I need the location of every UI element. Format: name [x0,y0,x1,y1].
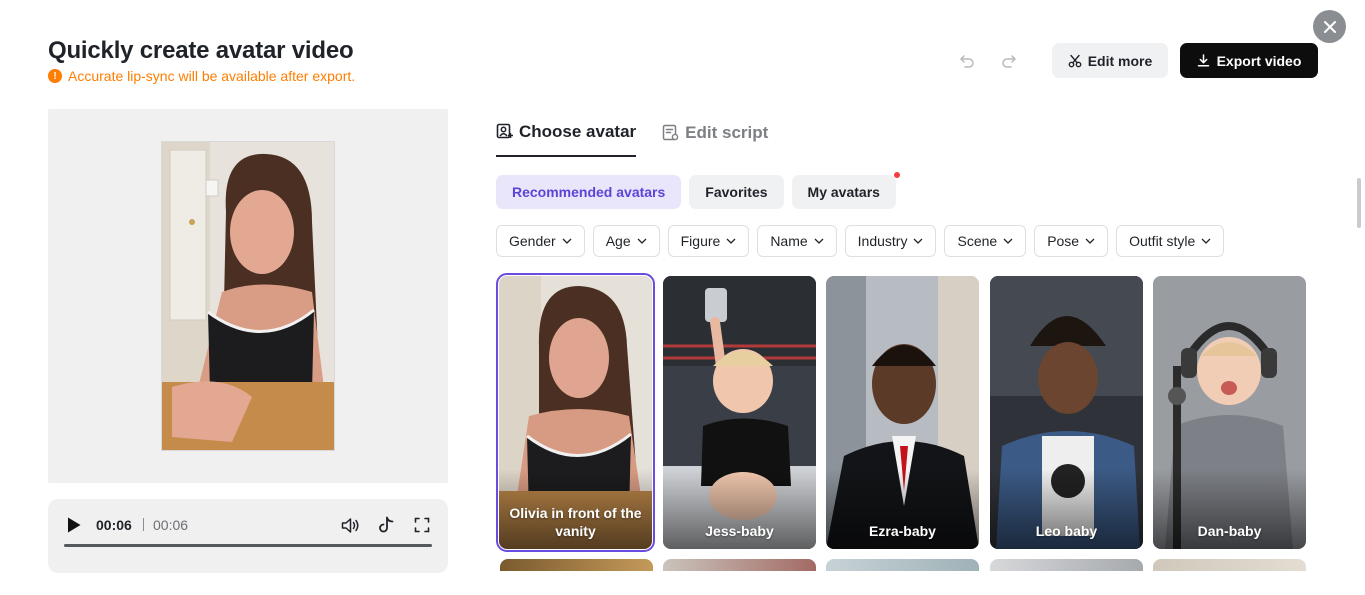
undo-icon [960,55,974,68]
time-separator [143,518,144,531]
subtab-label: My avatars [807,184,880,200]
filter-industry[interactable]: Industry [844,225,937,257]
current-time: 00:06 [96,517,132,533]
edit-more-button[interactable]: Edit more [1052,43,1168,78]
avatar-card-partial[interactable] [990,559,1143,571]
close-button[interactable] [1313,10,1346,43]
volume-button[interactable] [340,515,360,535]
avatar-category-tabs: Recommended avatars Favorites My avatars [496,172,900,209]
chevron-down-icon [637,238,647,244]
avatar-name: Ezra-baby [869,523,936,539]
filter-outfit-style[interactable]: Outfit style [1116,225,1225,257]
filter-age[interactable]: Age [592,225,660,257]
filter-label: Name [770,233,808,249]
redo-button[interactable] [999,51,1019,71]
filter-label: Industry [857,233,908,249]
play-button[interactable] [66,516,82,534]
dialog-title: Quickly create avatar video [48,37,354,64]
main-tabs: Choose avatar Edit script [496,120,768,157]
avatar-name: Jess-baby [705,523,774,539]
filter-label: Pose [1047,233,1080,249]
chevron-down-icon [914,238,923,244]
subtab-recommended-avatars[interactable]: Recommended avatars [496,175,682,209]
avatar-card-jess-baby[interactable]: Jess-baby [663,276,816,549]
filter-gender[interactable]: Gender [496,225,585,257]
chevron-down-icon [726,238,736,244]
lip-sync-notice: ! Accurate lip-sync will be available af… [48,68,355,84]
avatar-card-leo-baby[interactable]: Leo baby [990,276,1143,549]
filter-pose[interactable]: Pose [1034,225,1109,257]
filter-bar: Gender Age Figure Name Industry Scene Po… [496,225,1225,257]
tab-choose-avatar[interactable]: Choose avatar [496,120,637,157]
avatar-card-partial[interactable] [1153,559,1306,571]
avatar-name: Leo baby [1035,523,1098,539]
scrollbar-thumb[interactable] [1357,178,1361,228]
close-icon [1323,20,1336,33]
undo-button[interactable] [957,51,977,71]
video-preview-panel [48,109,448,483]
chevron-down-icon [1085,238,1095,244]
avatar-name: Olivia in front of the vanity [509,505,642,539]
tab-label: Edit script [685,122,769,142]
export-video-button[interactable]: Export video [1180,43,1318,78]
fullscreen-button[interactable] [412,515,432,535]
avatar-name: Dan-baby [1197,523,1262,539]
preview-image [162,142,334,450]
tiktok-icon [378,516,393,533]
subtab-favorites[interactable]: Favorites [689,175,784,209]
filter-figure[interactable]: Figure [667,225,750,257]
fullscreen-icon [414,517,430,533]
avatar-card-partial[interactable] [826,559,979,571]
scissors-icon [1068,54,1082,67]
total-time: 00:06 [153,517,189,533]
filter-name[interactable]: Name [757,225,837,257]
subtab-label: Recommended avatars [512,184,666,200]
subtab-my-avatars[interactable]: My avatars [791,172,900,209]
video-player-controls: 00:06 00:06 [48,499,448,573]
progress-bar[interactable] [64,544,432,547]
avatar-card-partial[interactable] [663,559,816,571]
filter-scene[interactable]: Scene [944,225,1027,257]
avatar-card-partial[interactable] [500,559,653,571]
tab-edit-script[interactable]: Edit script [662,120,768,157]
tiktok-preview-button[interactable] [376,515,396,535]
notification-dot [893,172,900,178]
filter-label: Age [605,233,631,249]
chevron-down-icon [1003,238,1013,244]
chevron-down-icon [562,238,572,244]
play-icon [68,517,81,533]
filter-label: Scene [957,233,998,249]
avatar-card-olivia[interactable]: Olivia in front of the vanity [496,273,655,552]
redo-icon [1002,55,1016,68]
download-icon [1197,54,1209,67]
chevron-down-icon [814,238,824,244]
script-icon [662,124,679,141]
filter-label: Figure [680,233,721,249]
subtab-label: Favorites [705,184,768,200]
filter-label: Gender [509,233,556,249]
avatar-preview-video[interactable] [161,141,335,451]
tab-label: Choose avatar [519,121,637,141]
chevron-down-icon [1201,238,1211,244]
filter-label: Outfit style [1129,233,1196,249]
volume-icon [341,517,358,533]
export-label: Export video [1216,52,1302,69]
avatar-icon [496,123,513,139]
info-icon: ! [48,69,62,83]
avatar-card-ezra-baby[interactable]: Ezra-baby [826,276,979,549]
notice-text: Accurate lip-sync will be available afte… [68,68,356,84]
avatar-card-dan-baby[interactable]: Dan-baby [1153,276,1306,549]
edit-more-label: Edit more [1087,52,1153,69]
